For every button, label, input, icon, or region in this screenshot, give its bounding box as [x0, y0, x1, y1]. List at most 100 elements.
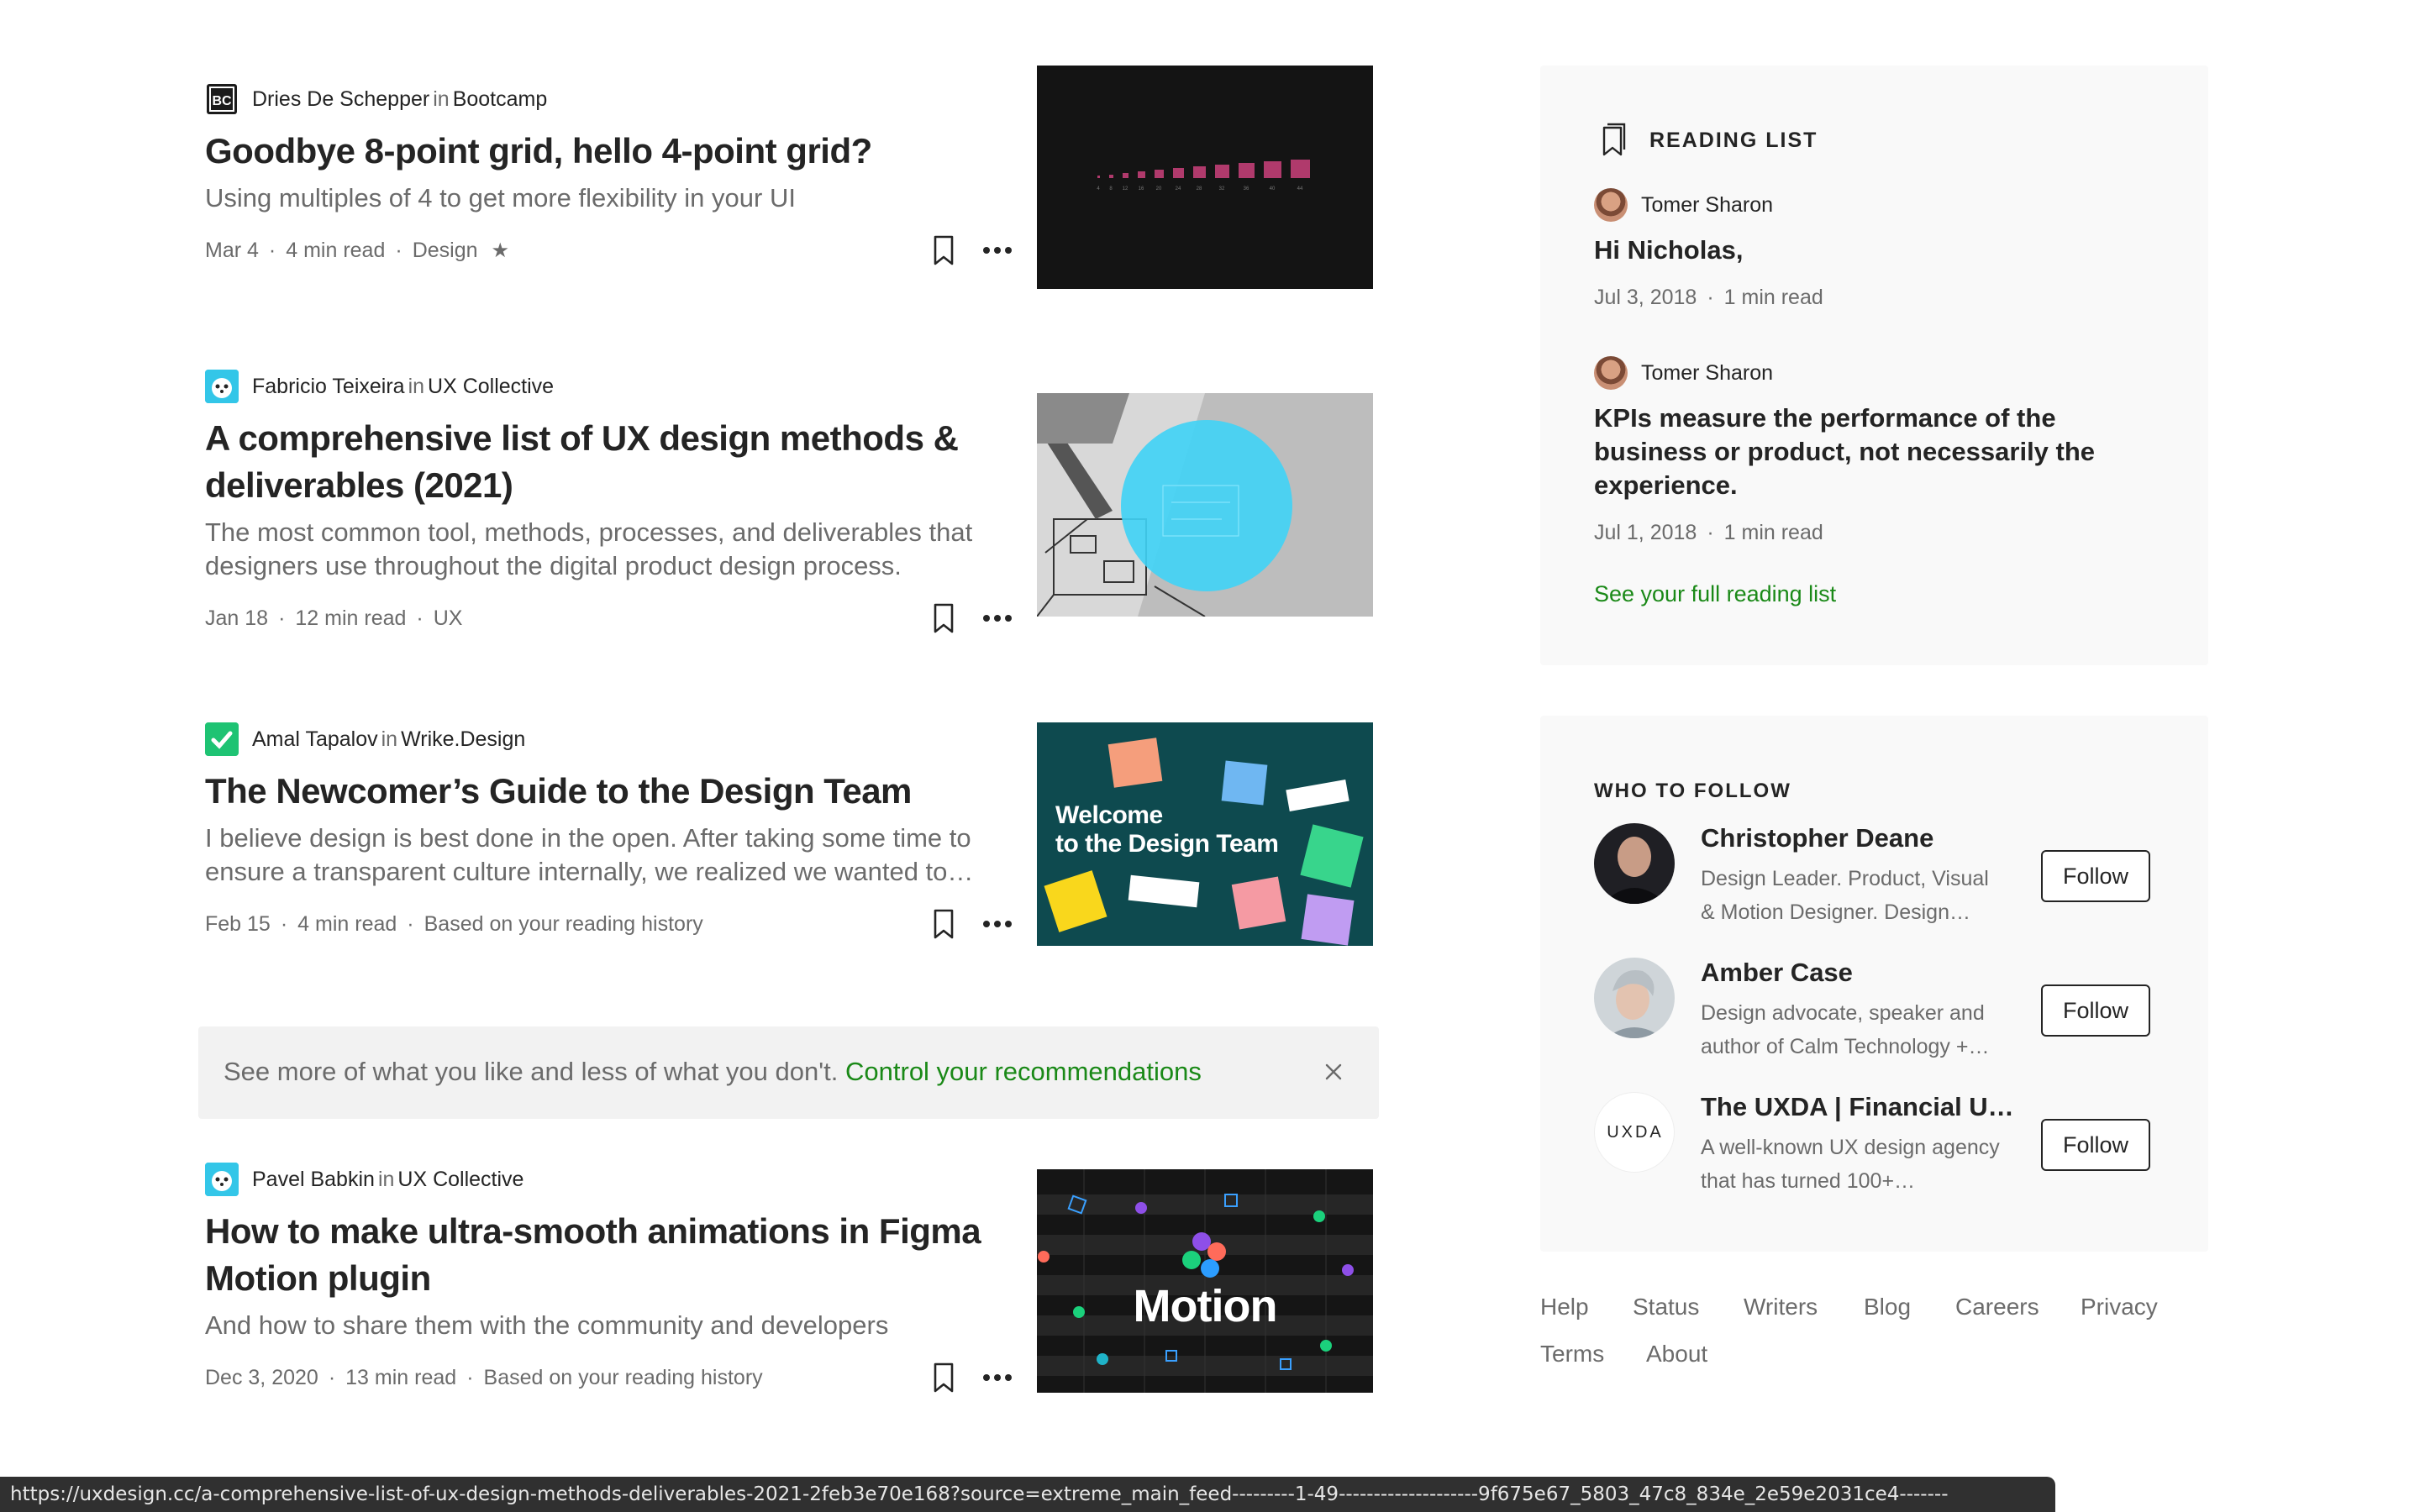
- article-subtitle[interactable]: Using multiples of 4 to get more flexibi…: [205, 181, 1003, 215]
- article-title[interactable]: A comprehensive list of UX design method…: [205, 415, 1003, 509]
- separator-dot: ·: [278, 606, 286, 630]
- person-name[interactable]: Christopher Deane: [1701, 823, 1933, 853]
- who-to-follow-heading: WHO TO FOLLOW: [1594, 780, 1791, 802]
- article-tag[interactable]: Design: [413, 239, 478, 263]
- separator-dot: ·: [280, 911, 288, 936]
- follow-button[interactable]: Follow: [2041, 984, 2150, 1037]
- article-subtitle[interactable]: I believe design is best done in the ope…: [205, 822, 1003, 889]
- svg-text:16: 16: [1139, 186, 1144, 192]
- separator-dot: ·: [407, 911, 414, 936]
- article-thumbnail[interactable]: Welcome to the Design Team: [1037, 722, 1373, 946]
- byline-in: in: [408, 374, 425, 398]
- footer-link-careers[interactable]: Careers: [1955, 1294, 2039, 1320]
- bookmark-icon[interactable]: [929, 234, 958, 267]
- reading-item-author[interactable]: Tomer Sharon: [1594, 188, 1773, 222]
- article-date: Feb 15: [205, 911, 271, 936]
- article-meta: Mar 4 · 4 min read · Design ★: [205, 234, 509, 267]
- author-name[interactable]: Pavel Babkin: [252, 1168, 375, 1192]
- close-icon[interactable]: [1320, 1058, 1347, 1085]
- article-thumbnail[interactable]: Motion: [1037, 1169, 1373, 1393]
- author-avatar: [1594, 356, 1628, 390]
- avatar[interactable]: [1594, 823, 1675, 904]
- bookmark-icon[interactable]: [929, 907, 958, 941]
- article-tag[interactable]: Based on your reading history: [484, 1366, 763, 1390]
- publication-name[interactable]: Bootcamp: [453, 87, 548, 112]
- reading-item-date: Jul 1, 2018: [1594, 521, 1697, 544]
- author-name[interactable]: Dries De Schepper: [252, 87, 429, 112]
- person-name[interactable]: The UXDA | Financial U…: [1701, 1092, 2014, 1122]
- person-name[interactable]: Amber Case: [1701, 958, 1853, 988]
- article-byline: Pavel Babkin in UX Collective: [205, 1163, 523, 1196]
- article-meta: Jan 18 · 12 min read · UX: [205, 601, 462, 635]
- more-options-icon[interactable]: [978, 907, 1017, 941]
- reading-item-title[interactable]: KPIs measure the performance of the busi…: [1594, 402, 2132, 502]
- reading-list-title: READING LIST: [1649, 128, 1818, 152]
- byline-in: in: [433, 87, 450, 111]
- article-thumbnail[interactable]: [1037, 393, 1373, 617]
- read-time: 13 min read: [345, 1365, 457, 1389]
- article-thumbnail[interactable]: 4 8 12 16 20 24 28 32 36 40 44: [1037, 66, 1373, 289]
- bootcamp-logo-icon[interactable]: BC: [205, 82, 239, 116]
- publication-name[interactable]: UX Collective: [428, 375, 554, 399]
- bookmark-icon[interactable]: [929, 601, 958, 635]
- uxda-logo-avatar[interactable]: UXDA: [1594, 1092, 1675, 1173]
- reading-item-meta: Jul 1, 2018 · 1 min read: [1594, 521, 1823, 545]
- article-date: Jan 18: [205, 606, 269, 630]
- avatar[interactable]: [1594, 958, 1675, 1038]
- article-subtitle[interactable]: The most common tool, methods, processes…: [205, 516, 1003, 583]
- read-time: 4 min read: [286, 238, 386, 262]
- author-name[interactable]: Fabricio Teixeira: [252, 375, 405, 399]
- svg-text:28: 28: [1197, 186, 1202, 192]
- svg-text:BC: BC: [212, 94, 232, 108]
- footer-link-privacy[interactable]: Privacy: [2081, 1294, 2158, 1320]
- byline-in: in: [377, 1167, 395, 1191]
- reading-item-author-name: Tomer Sharon: [1641, 192, 1774, 217]
- read-time: 12 min read: [295, 606, 407, 630]
- thumbnail-caption-line: to the Design Team: [1055, 830, 1279, 858]
- recommendations-text: See more of what you like and less of wh…: [224, 1057, 1202, 1087]
- footer-link-terms[interactable]: Terms: [1540, 1341, 1604, 1368]
- article-title[interactable]: Goodbye 8-point grid, hello 4-point grid…: [205, 128, 1003, 175]
- person-bio: A well-known UX design agency that has t…: [1701, 1136, 2000, 1193]
- reading-item-author[interactable]: Tomer Sharon: [1594, 356, 1773, 390]
- separator-dot: ·: [268, 238, 276, 262]
- follow-suggestion: Amber Case Design advocate, speaker and …: [1594, 958, 2157, 1075]
- ux-collective-logo-icon[interactable]: [205, 370, 239, 403]
- article-title[interactable]: How to make ultra-smooth animations in F…: [205, 1208, 1003, 1302]
- reading-item-title[interactable]: Hi Nicholas,: [1594, 234, 2132, 267]
- svg-text:20: 20: [1156, 186, 1162, 192]
- recommendations-banner: See more of what you like and less of wh…: [198, 1026, 1379, 1119]
- article-tag[interactable]: Based on your reading history: [424, 912, 703, 937]
- article-tag[interactable]: UX: [434, 606, 463, 631]
- footer-link-writers[interactable]: Writers: [1744, 1294, 1818, 1320]
- article-byline: Amal Tapalov in Wrike.Design: [205, 722, 525, 756]
- follow-button[interactable]: Follow: [2041, 1119, 2150, 1171]
- more-options-icon[interactable]: [978, 601, 1017, 635]
- article-title[interactable]: The Newcomer’s Guide to the Design Team: [205, 768, 1003, 815]
- publication-name[interactable]: Wrike.Design: [401, 727, 525, 752]
- article-byline: BC Dries De Schepper in Bootcamp: [205, 82, 547, 116]
- bookmark-icon[interactable]: [929, 1361, 958, 1394]
- member-star-icon: ★: [491, 239, 510, 262]
- reading-item-meta: Jul 3, 2018 · 1 min read: [1594, 286, 1823, 310]
- separator-dot: ·: [328, 1365, 336, 1389]
- reading-list-panel: READING LIST Tomer Sharon Hi Nicholas, J…: [1540, 66, 2208, 665]
- control-recommendations-link[interactable]: Control your recommendations: [845, 1057, 1202, 1086]
- separator-dot: ·: [1707, 286, 1714, 309]
- bookmark-list-icon: [1602, 123, 1626, 156]
- full-reading-list-link[interactable]: See your full reading list: [1594, 581, 1836, 607]
- publication-name[interactable]: UX Collective: [397, 1168, 523, 1192]
- footer-link-about[interactable]: About: [1646, 1341, 1707, 1368]
- ux-collective-logo-icon[interactable]: [205, 1163, 239, 1196]
- recommendations-message: See more of what you like and less of wh…: [224, 1057, 846, 1086]
- article-subtitle[interactable]: And how to share them with the community…: [205, 1309, 1003, 1342]
- wrike-design-logo-icon[interactable]: [205, 722, 239, 756]
- separator-dot: ·: [395, 238, 402, 262]
- footer-link-help[interactable]: Help: [1540, 1294, 1589, 1320]
- follow-button[interactable]: Follow: [2041, 850, 2150, 902]
- more-options-icon[interactable]: [978, 1361, 1017, 1394]
- author-name[interactable]: Amal Tapalov: [252, 727, 378, 752]
- more-options-icon[interactable]: [978, 234, 1017, 267]
- footer-link-blog[interactable]: Blog: [1864, 1294, 1911, 1320]
- footer-link-status[interactable]: Status: [1633, 1294, 1699, 1320]
